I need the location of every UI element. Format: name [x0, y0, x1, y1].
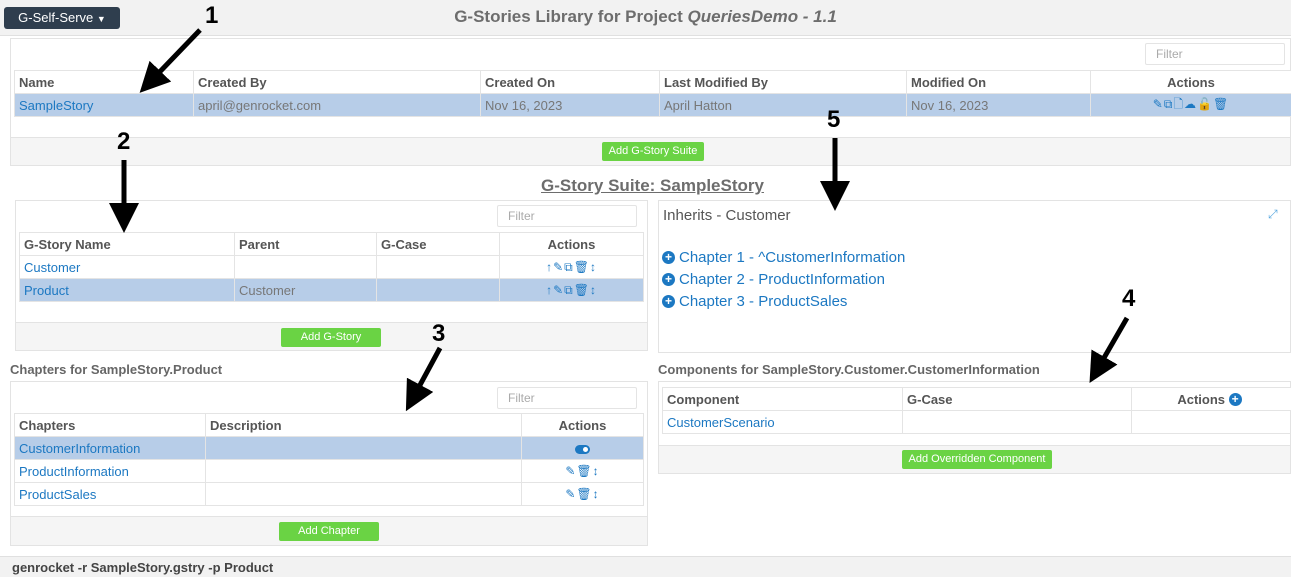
annotation-arrow-4 [1097, 318, 1127, 370]
annotation-arrow-1 [150, 30, 200, 82]
annotation-arrows [0, 0, 1291, 577]
annotation-arrow-3 [413, 348, 440, 398]
